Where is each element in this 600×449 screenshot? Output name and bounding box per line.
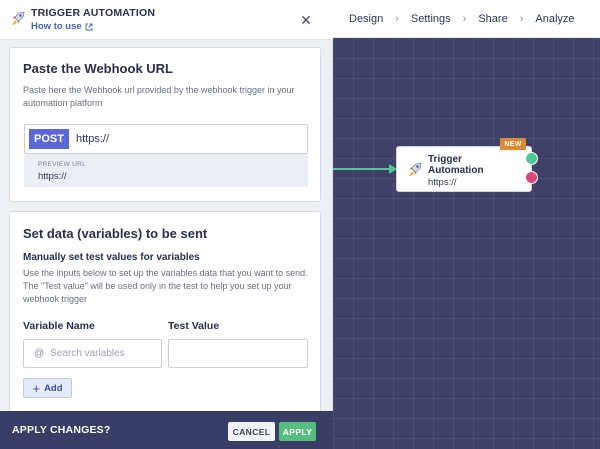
apply-changes-label: APPLY CHANGES? [12, 424, 111, 436]
preview-url-label: PREVIEW URL [38, 161, 87, 168]
webhook-description: Paste here the Webhook url provided by t… [23, 85, 295, 108]
test-value-header: Test Value [168, 320, 220, 332]
connector-line [333, 164, 397, 174]
nav-step-analyze[interactable]: Analyze [535, 13, 574, 25]
search-variables-input[interactable]: @ Search variables [23, 339, 162, 368]
nav-step-share[interactable]: Share [478, 13, 507, 25]
external-link-icon [85, 23, 93, 30]
node-title: Trigger Automation [428, 154, 484, 176]
apply-changes-bar: APPLY CHANGES? CANCEL APPLY [0, 411, 333, 449]
nav-step-settings[interactable]: Settings [411, 13, 451, 25]
panel-header: TRIGGER AUTOMATION How to use ✕ [0, 0, 333, 40]
flow-canvas[interactable] [333, 38, 600, 449]
variables-description: Use the inputs below to set up the varia… [23, 268, 308, 304]
trigger-automation-node[interactable]: Trigger Automation https:// [396, 146, 532, 192]
add-variable-button[interactable]: + Add [23, 378, 72, 398]
trigger-automation-panel: TRIGGER AUTOMATION How to use ✕ Paste th… [0, 0, 333, 449]
error-port[interactable] [525, 171, 538, 184]
nav-separator: › [462, 12, 467, 25]
nav-separator: › [395, 12, 399, 25]
rocket-icon [409, 162, 422, 176]
how-to-use-link[interactable]: How to use [31, 21, 93, 32]
plus-icon: + [32, 380, 41, 396]
search-variables-placeholder: Search variables [50, 348, 125, 359]
apply-button[interactable]: APPLY [279, 422, 316, 441]
success-port[interactable] [525, 152, 538, 165]
variable-name-header: Variable Name [23, 320, 95, 332]
add-button-label: Add [44, 382, 63, 394]
webhook-url-value[interactable]: https:// [69, 125, 109, 153]
webhook-url-field[interactable]: POST https:// [24, 124, 308, 154]
preview-url-box: PREVIEW URL https:// [24, 154, 308, 187]
webhook-url-card: Paste the Webhook URL Paste here the Web… [9, 47, 321, 202]
nav-separator: › [519, 12, 524, 25]
webhook-section-title: Paste the Webhook URL [23, 61, 174, 76]
step-navigation: Design › Settings › Share › Analyze [333, 0, 600, 38]
close-icon[interactable]: ✕ [296, 11, 316, 29]
preview-url-value: https:// [38, 171, 67, 182]
cancel-button[interactable]: CANCEL [228, 422, 275, 441]
at-icon: @ [34, 348, 45, 359]
test-value-input[interactable] [168, 339, 308, 368]
how-to-use-label: How to use [31, 21, 82, 32]
node-url: https:// [428, 177, 457, 188]
variables-subtitle: Manually set test values for variables [23, 252, 200, 263]
method-badge[interactable]: POST [29, 129, 69, 149]
panel-title: TRIGGER AUTOMATION [31, 7, 156, 19]
rocket-icon [12, 11, 25, 25]
variables-section-title: Set data (variables) to be sent [23, 226, 208, 241]
new-badge: NEW [500, 138, 526, 150]
nav-step-design[interactable]: Design [349, 13, 383, 25]
variables-card: Set data (variables) to be sent Manually… [9, 211, 321, 421]
